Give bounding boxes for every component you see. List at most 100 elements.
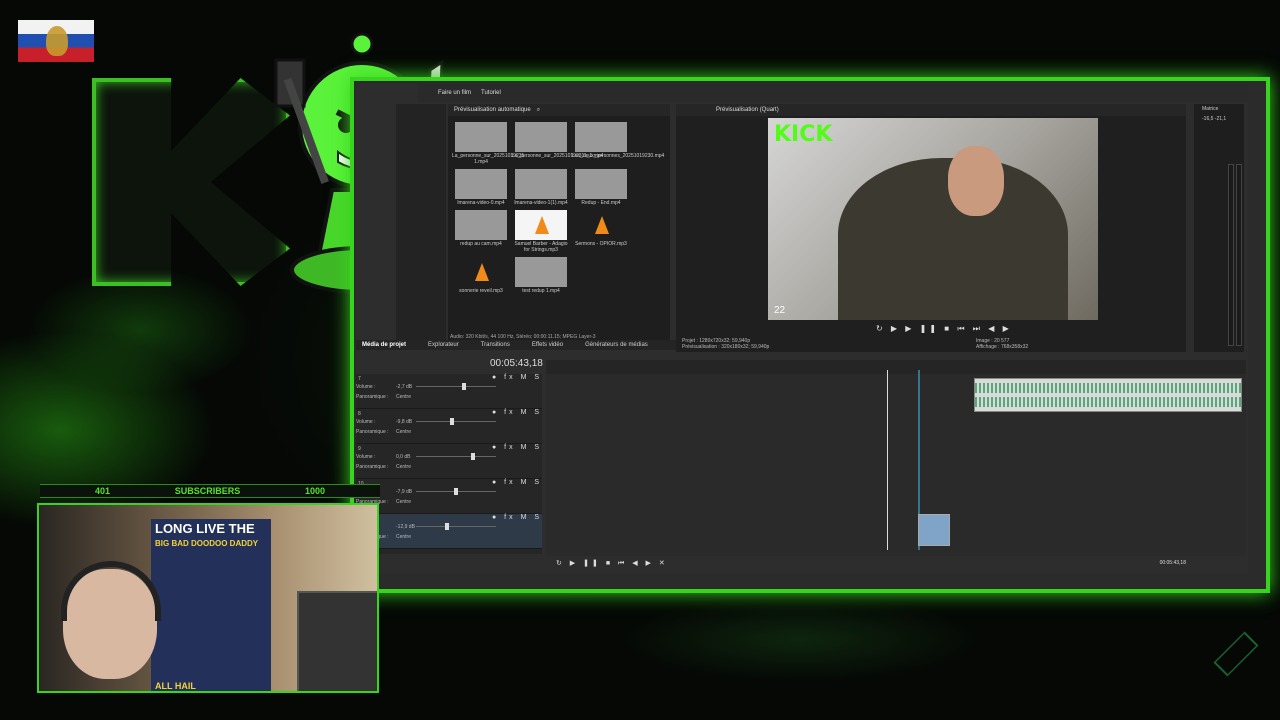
volume-slider-knob[interactable] [470,453,475,460]
audio-track-header[interactable]: 10● fx M SVolume :-7,9 dBPanoramique :Ce… [356,479,542,514]
meter-right-bar [1236,164,1242,346]
vlc-cone-icon [455,257,507,287]
pan-label: Panoramique : [356,429,389,435]
media-item-name: Les_deux_personnes_20251019230.mp4 [572,153,665,159]
timeline-timecode: 00:05:43,18 [490,358,543,369]
project-media-panel: Prévisualisation automatique ⌕ La_person… [448,104,670,342]
audio-track-header[interactable]: 8 ● fx M S Volume : -9,8 dB Panoramique : Cen… [356,409,542,444]
volume-slider[interactable] [416,383,496,390]
media-item-name: test redup 1.mp4 [522,288,560,294]
media-item[interactable]: lmarena-video-0.mp4 [452,169,510,206]
track-fx-mute-solo-buttons[interactable]: ● fx M S [492,514,542,521]
coat-of-arms-icon [46,26,68,56]
media-item-name: lmarena-video-1(1).mp4 [514,200,568,206]
media-item[interactable]: Sermons - OPIOR.mp3 [572,210,630,253]
preview-panel: Prévisualisation (Quart) KICK 22 ↻ ▶ ▶ ❚… [676,104,1186,352]
volume-value: -7,9 dB [396,489,413,495]
volume-value: -2,7 dB [396,384,413,390]
tab-1[interactable]: Explorateur [428,342,459,348]
media-grid: La_personne_sur_20251019231​1.mp4 La_pers… [448,116,670,300]
media-item[interactable]: lmarena-video-1(1).mp4 [512,169,570,206]
video-thumbnail [515,257,567,287]
media-item[interactable]: sonnerie reveil.mp3 [452,257,510,294]
tab-4[interactable]: Générateurs de médias [585,342,648,348]
preview-transport-controls[interactable]: ↻ ▶ ▶ ❚❚ ■ ⏮ ⏭ ◀ ▶ [876,324,1012,334]
volume-slider-knob[interactable] [444,523,449,530]
track-number: 9 [358,446,361,452]
timeline-area[interactable] [546,360,1246,556]
audio-track-header[interactable]: 7 ● fx M S Volume : -2,7 dB Panoramique : Cen… [356,374,542,409]
media-header: Prévisualisation automatique ⌕ [448,104,670,116]
media-item[interactable]: La_personne_sur_20251019231​1.mp4 [452,122,524,165]
headset-icon [61,561,161,621]
explorer-tree[interactable] [396,104,446,342]
tab-0[interactable]: Média de projet [362,342,406,348]
video-editor-window: Faire un film Tutoriel Prévisualisation … [356,84,1248,574]
audio-track-header[interactable]: 11● fx M SVolume :-12,9 dBPanoramique :C… [356,514,542,549]
audio-clip[interactable] [974,378,1242,412]
pan-value: Centre [396,534,412,540]
volume-slider[interactable] [416,453,496,460]
audio-track-header[interactable]: 9 ● fx M S Volume : 0,0 dB Panoramique : Cent… [356,444,542,479]
media-item[interactable]: Redup - End.mp4 [572,169,630,206]
poster-subtitle: BIG BAD DOODOO DADDY [155,539,259,548]
tab-2[interactable]: Transitions [481,342,510,348]
track-fx-mute-solo-buttons[interactable]: ● fx M S [492,409,542,416]
volume-slider-knob[interactable] [454,488,458,495]
media-item[interactable]: redup au cam.mp4 [452,210,510,253]
media-item[interactable]: test redup 1.mp4 [512,257,570,294]
project-info: Projet : 1280x720x32; 59,940p Prévisuali… [682,338,770,350]
frame-info: Image : 20 577 Affichage : 768x358x32 [976,338,1029,350]
volume-slider-knob[interactable] [461,383,466,390]
subscribers-label: SUBSCRIBERS [174,486,241,496]
video-preview: KICK 22 [768,118,1098,320]
track-fx-mute-solo-buttons[interactable]: ● fx M S [492,444,542,451]
track-number: 8 [358,411,361,417]
pan-label: Panoramique : [356,464,389,470]
meter-peaks: -16,5 -21,1 [1202,116,1227,122]
timeline-controls[interactable]: ↻ ▶ ❚❚ ■ ⏮ ◀ ▶ ✕ 00:05:43,18 [546,556,1246,570]
wall-poster: LONG LIVE THE BIG BAD DOODOO DADDY ALL H… [151,519,271,691]
volume-label: Volume : [356,419,376,425]
timeline-transport-controls[interactable]: ↻ ▶ ❚❚ ■ ⏮ ◀ ▶ ✕ [556,559,668,568]
viewer-count: 22 [774,305,786,316]
timeline-ruler[interactable] [546,360,1246,374]
volume-value: -12,9 dB [396,524,415,530]
media-item-name: La_personne_sur_202510192311_1.mp4 [512,153,604,159]
tab-3[interactable]: Effets vidéo [532,342,563,348]
volume-label: Volume : [356,384,376,390]
master-meter: Matrice -16,5 -21,1 [1194,104,1244,352]
video-thumbnail [455,122,507,152]
tutorial-button[interactable]: Tutoriel [481,90,501,96]
auto-preview-toggle[interactable]: Prévisualisation automatique [454,107,531,113]
volume-value: -9,8 dB [396,419,413,425]
volume-slider-knob[interactable] [450,418,455,425]
video-thumbnail [455,169,507,199]
video-thumbnail [515,122,567,152]
volume-slider[interactable] [416,488,496,495]
preview-header: Prévisualisation (Quart) [676,104,1186,116]
subscriber-goal-bar: 401 SUBSCRIBERS 1000 [40,484,380,498]
media-item[interactable]: Samuel Barber - Adagio for Strings.mp3 [512,210,570,253]
waveform-bottom [975,397,1241,407]
volume-slider[interactable] [416,418,496,425]
preview-quality-select[interactable]: Prévisualisation (Quart) [716,107,779,113]
playhead-cursor[interactable] [887,370,888,550]
video-thumbnail [515,169,567,199]
meter-left-bar [1228,164,1234,346]
track-headers: 7 ● fx M S Volume : -2,7 dB Panoramique : Cen… [356,374,542,554]
pan-value: Centre [396,394,412,400]
kick-logo: KICK [774,122,833,147]
media-item[interactable]: Les_deux_personnes_20251019230.mp4 [572,122,665,165]
volume-slider[interactable] [416,523,496,530]
make-movie-button[interactable]: Faire un film [438,90,471,96]
track-fx-mute-solo-buttons[interactable]: ● fx M S [492,374,542,381]
media-item-name: Redup - End.mp4 [581,200,621,206]
russia-flag-icon [18,20,94,62]
search-icon[interactable]: ⌕ [537,107,540,114]
volume-value: 0,0 dB [396,454,411,460]
media-item[interactable]: La_personne_sur_202510192311_1.mp4 [512,122,604,165]
video-clip[interactable] [918,514,950,546]
vlc-cone-icon [575,210,627,240]
track-fx-mute-solo-buttons[interactable]: ● fx M S [492,479,542,486]
